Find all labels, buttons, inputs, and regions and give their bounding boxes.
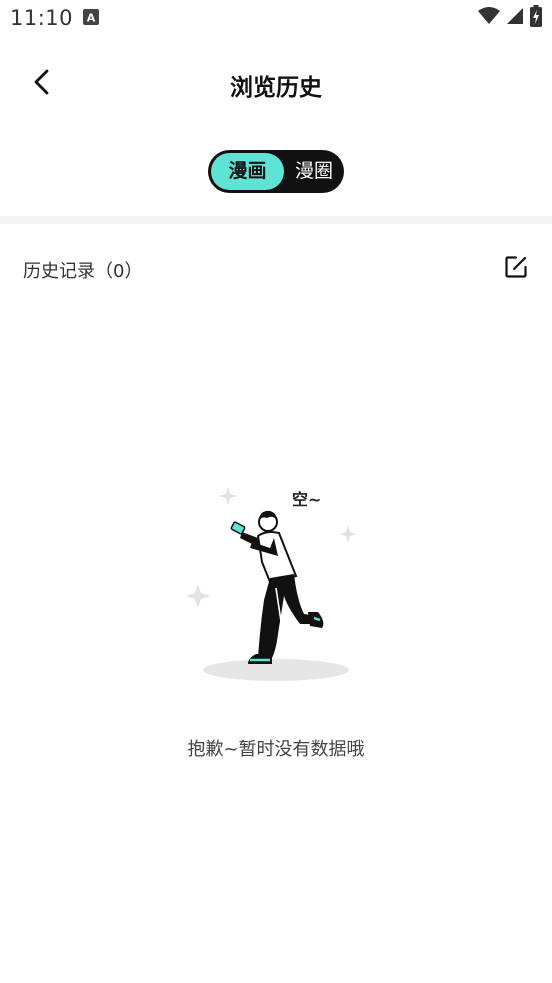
history-count-label: 历史记录（0） [23, 261, 143, 282]
browse-history-screen: 11:10 A 浏览历史 漫画 漫圈 历史记录（0） 空~ 抱歉~暂时没有数据哦 [0, 0, 552, 983]
empty-illustration: 空~ [180, 478, 370, 688]
cellular-signal-icon [506, 7, 524, 29]
a-letter-icon: A [83, 9, 99, 25]
illustration-caption: 空~ [292, 490, 321, 509]
battery-charging-icon [530, 5, 542, 31]
page-title: 浏览历史 [230, 75, 322, 101]
tab-manquan[interactable]: 漫圈 [286, 153, 342, 190]
svg-text:A: A [87, 12, 96, 25]
status-bar: 11:10 A [0, 0, 552, 38]
tab-manhua[interactable]: 漫画 [211, 153, 284, 190]
category-tabs: 漫画 漫圈 [208, 150, 344, 193]
edit-button[interactable] [500, 253, 532, 285]
top-app-bar: 浏览历史 [0, 54, 552, 114]
status-time: 11:10 [10, 6, 74, 30]
edit-icon [504, 255, 528, 283]
status-icons [478, 5, 542, 31]
section-divider [0, 216, 552, 224]
wifi-icon [478, 7, 500, 29]
empty-state-message: 抱歉~暂时没有数据哦 [187, 739, 365, 760]
